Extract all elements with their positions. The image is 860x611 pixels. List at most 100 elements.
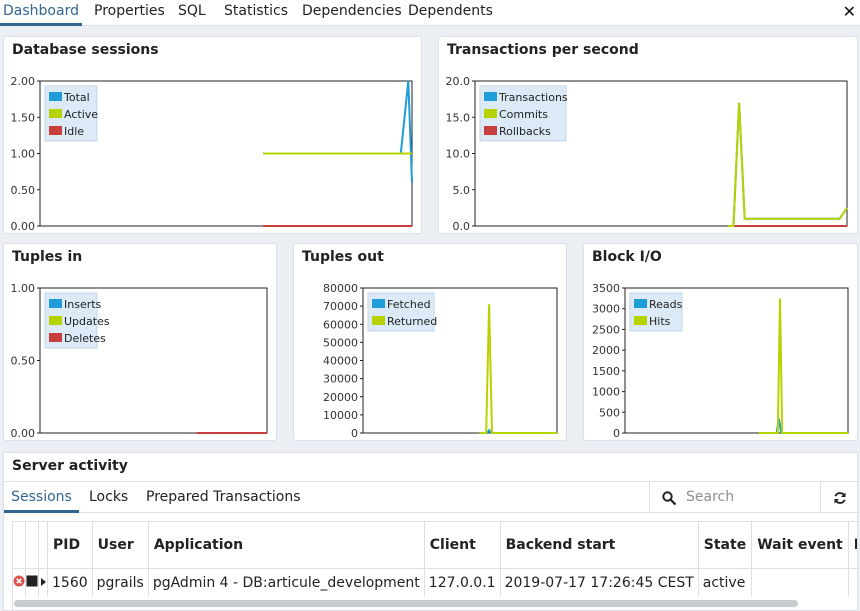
legend-swatch [372, 316, 385, 325]
y-tick-label: 2000 [592, 344, 620, 357]
y-tick-label: 10000 [323, 409, 358, 422]
search-box [649, 482, 821, 513]
y-tick-label: 20000 [323, 391, 358, 404]
expand-row-button[interactable] [38, 568, 48, 597]
sessions-table: PID User Application Client Backend star… [13, 522, 857, 597]
legend-label: Rollbacks [499, 125, 551, 138]
col-expand [38, 522, 48, 569]
sessions-grid: PID User Application Client Backend star… [12, 521, 857, 610]
legend-label: Hits [649, 315, 671, 328]
y-tick-label: 1.00 [11, 282, 36, 295]
legend-label: Deletes [64, 332, 106, 345]
cancel-query-button[interactable] [13, 568, 26, 597]
stop-icon [26, 575, 38, 587]
y-tick-label: 20.0 [446, 75, 471, 88]
legend-label: Updates [64, 315, 110, 328]
y-tick-label: 0.50 [11, 355, 36, 368]
y-tick-label: 10.0 [446, 148, 471, 161]
server-activity-tabs: Sessions Locks Prepared Transactions [4, 481, 857, 513]
tuples-in-chart: 1.00 0.50 0.00 Inserts Updates Deletes [11, 282, 268, 440]
legend-label: Fetched [387, 298, 431, 311]
y-tick-label: 30000 [323, 373, 358, 386]
tuples-out-panel: Tuples out 80000 70000 60000 50000 40000 3000… [293, 243, 567, 441]
legend-swatch [484, 109, 497, 118]
search-icon [662, 491, 676, 505]
y-tick-label: 1500 [592, 365, 620, 378]
legend-swatch [49, 316, 62, 325]
legend-swatch [484, 92, 497, 101]
cell-wait-event [751, 568, 849, 597]
col-blocking-pids[interactable]: Blocking PIDs [848, 522, 857, 569]
legend-label: Reads [649, 298, 683, 311]
cell-state: active [698, 568, 753, 597]
cell-user: pgrails [92, 568, 149, 597]
tab-properties[interactable]: Properties [94, 0, 165, 26]
close-icon[interactable]: ✕ [843, 2, 856, 21]
block-io-panel: Block I/O 3500 3000 2500 2000 1500 1000 500 0 Re… [583, 243, 858, 441]
legend-swatch [484, 126, 497, 135]
legend: Reads Hits [629, 292, 683, 332]
terminate-session-button[interactable] [25, 568, 39, 597]
y-tick-label: 2.00 [11, 75, 36, 88]
legend: Inserts Updates Deletes [44, 292, 110, 349]
y-tick-label: 60000 [323, 318, 358, 331]
refresh-icon [833, 491, 846, 504]
col-state[interactable]: State [698, 522, 753, 569]
y-tick-label: 0.00 [11, 220, 36, 233]
legend-swatch [634, 299, 647, 308]
database-sessions-chart: 2.00 1.50 1.00 0.50 0.00 Total Active Idle [11, 75, 413, 233]
legend-label: Idle [64, 125, 84, 138]
y-tick-label: 15.0 [446, 111, 471, 124]
legend-label: Commits [499, 108, 548, 121]
table-row[interactable]: 1560 pgrails pgAdmin 4 - DB:articule_dev… [13, 568, 857, 597]
col-backend-start[interactable]: Backend start [500, 522, 699, 569]
horizontal-scrollbar[interactable] [14, 600, 798, 607]
legend: Transactions Commits Rollbacks [479, 85, 568, 142]
cell-blocking-pids [848, 568, 857, 597]
col-terminate [25, 522, 39, 569]
col-client[interactable]: Client [424, 522, 501, 569]
y-tick-label: 1000 [592, 386, 620, 399]
transactions-chart: 20.0 15.0 10.0 5.0 0.0 Transactions Commits Rol… [446, 75, 848, 233]
tab-prepared-transactions[interactable]: Prepared Transactions [146, 482, 301, 513]
tab-dependencies[interactable]: Dependencies [302, 0, 402, 26]
y-tick-label: 40000 [323, 355, 358, 368]
tab-sessions[interactable]: Sessions [4, 482, 79, 513]
database-sessions-panel: Database sessions 2.00 1.50 1.00 0.50 0.00 To… [3, 36, 422, 234]
y-tick-label: 0.0 [453, 220, 471, 233]
block-io-chart: 3500 3000 2500 2000 1500 1000 500 0 Reads Hits [592, 282, 849, 440]
tab-statistics[interactable]: Statistics [224, 0, 288, 26]
col-application[interactable]: Application [148, 522, 425, 569]
search-input[interactable] [686, 486, 816, 508]
tab-locks[interactable]: Locks [89, 482, 128, 513]
caret-right-icon [41, 577, 46, 586]
y-tick-label: 1.50 [11, 111, 36, 124]
col-wait-event[interactable]: Wait event [751, 522, 849, 569]
cell-pid: 1560 [47, 568, 93, 597]
legend-swatch [49, 333, 62, 342]
cell-application: pgAdmin 4 - DB:articule_development [148, 568, 425, 597]
tab-bar: Dashboard Properties SQL Statistics Depe… [0, 0, 860, 26]
y-tick-label: 0.50 [11, 184, 36, 197]
legend-swatch [49, 92, 62, 101]
legend: Total Active Idle [44, 85, 98, 142]
y-tick-label: 70000 [323, 300, 358, 313]
legend-label: Returned [387, 315, 437, 328]
refresh-button[interactable] [821, 482, 857, 513]
tuples-in-panel: Tuples in 1.00 0.50 0.00 Inserts Updates Dele… [3, 243, 277, 441]
col-user[interactable]: User [92, 522, 149, 569]
legend-label: Total [63, 91, 90, 104]
y-tick-label: 1.00 [11, 148, 36, 161]
legend: Fetched Returned [367, 292, 437, 332]
tab-dependents[interactable]: Dependents [408, 0, 493, 26]
cell-backend-start: 2019-07-17 17:26:45 CEST [500, 568, 699, 597]
col-pid[interactable]: PID [47, 522, 93, 569]
server-activity-panel: Server activity Sessions Locks Prepared … [3, 452, 858, 611]
legend-swatch [634, 316, 647, 325]
legend-swatch [49, 109, 62, 118]
tab-dashboard[interactable]: Dashboard [0, 0, 82, 26]
y-tick-label: 3500 [592, 282, 620, 295]
legend-label: Transactions [498, 91, 568, 104]
tab-sql[interactable]: SQL [178, 0, 206, 26]
y-tick-label: 5.0 [453, 184, 471, 197]
